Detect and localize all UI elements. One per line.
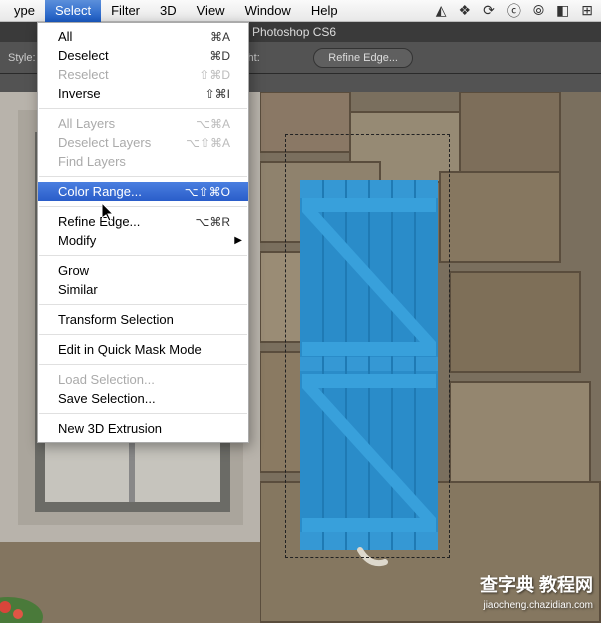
menu-item-grow[interactable]: Grow (38, 261, 248, 280)
menu-label: Refine Edge... (58, 214, 140, 229)
menu-label: Deselect (58, 48, 109, 63)
menubar-item-select[interactable]: Select (45, 0, 101, 22)
refine-edge-button[interactable]: Refine Edge... (313, 48, 413, 68)
menubar-item-window[interactable]: Window (235, 0, 301, 22)
watermark-main: 查字典 教程网 (480, 571, 593, 597)
menu-separator (39, 108, 247, 109)
menu-label: All (58, 29, 72, 44)
menu-label: Transform Selection (58, 312, 174, 327)
menu-item-refine-edge[interactable]: Refine Edge... ⌥⌘R (38, 212, 248, 231)
menu-item-all-layers: All Layers ⌥⌘A (38, 114, 248, 133)
menu-item-color-range[interactable]: Color Range... ⌥⇧⌘O (38, 182, 248, 201)
menu-separator (39, 206, 247, 207)
sync-icon[interactable]: ⟳ (483, 2, 495, 19)
menu-item-similar[interactable]: Similar (38, 280, 248, 299)
menubar-item-help[interactable]: Help (301, 0, 348, 22)
menu-separator (39, 334, 247, 335)
menu-separator (39, 413, 247, 414)
menubar-item-view[interactable]: View (187, 0, 235, 22)
menu-separator (39, 364, 247, 365)
menu-shortcut: ⌥⇧⌘O (185, 185, 230, 199)
menu-label: Edit in Quick Mask Mode (58, 342, 202, 357)
menu-item-save-selection[interactable]: Save Selection... (38, 389, 248, 408)
menu-label: Inverse (58, 86, 101, 101)
menu-item-transform-selection[interactable]: Transform Selection (38, 310, 248, 329)
mac-menubar: ype Select Filter 3D View Window Help ◭ … (0, 0, 601, 22)
app-title: Photoshop CS6 (252, 25, 336, 39)
select-menu-dropdown: All ⌘A Deselect ⌘D Reselect ⇧⌘D Inverse … (37, 22, 249, 443)
drive-icon[interactable]: ◭ (436, 2, 447, 19)
menu-separator (39, 255, 247, 256)
menubar-item-filter[interactable]: Filter (101, 0, 150, 22)
menu-label: Deselect Layers (58, 135, 151, 150)
dropbox-icon[interactable]: ❖ (459, 2, 472, 19)
menubar-item-3d[interactable]: 3D (150, 0, 187, 22)
settings-icon[interactable]: ⊞ (581, 2, 593, 19)
menu-label: New 3D Extrusion (58, 421, 162, 436)
menu-label: Modify (58, 233, 96, 248)
menu-shortcut: ⇧⌘I (205, 87, 230, 101)
menu-label: Similar (58, 282, 98, 297)
menu-label: Reselect (58, 67, 109, 82)
menu-shortcut: ⌘D (209, 49, 230, 63)
menu-item-reselect: Reselect ⇧⌘D (38, 65, 248, 84)
menu-item-deselect-layers: Deselect Layers ⌥⇧⌘A (38, 133, 248, 152)
submenu-arrow-icon: ▶ (234, 235, 242, 246)
menu-shortcut: ⌥⌘A (196, 117, 230, 131)
menu-shortcut: ⇧⌘D (199, 68, 230, 82)
height-label: ht: (248, 52, 260, 64)
menu-separator (39, 304, 247, 305)
menu-label: Color Range... (58, 184, 142, 199)
adobe-icon[interactable]: ◧ (556, 2, 569, 19)
watermark-sub: jiaocheng.chazidian.com (483, 600, 593, 611)
menu-shortcut: ⌘A (210, 30, 230, 44)
menu-label: Grow (58, 263, 89, 278)
menu-item-new-3d-extrusion[interactable]: New 3D Extrusion (38, 419, 248, 438)
style-label: Style: (8, 52, 36, 64)
menu-item-load-selection: Load Selection... (38, 370, 248, 389)
creative-icon[interactable]: ⦾ (533, 2, 544, 19)
menu-shortcut: ⌥⌘R (196, 215, 231, 229)
menu-separator (39, 176, 247, 177)
menu-label: All Layers (58, 116, 115, 131)
menu-item-inverse[interactable]: Inverse ⇧⌘I (38, 84, 248, 103)
menu-label: Find Layers (58, 154, 126, 169)
menu-item-all[interactable]: All ⌘A (38, 27, 248, 46)
menu-item-deselect[interactable]: Deselect ⌘D (38, 46, 248, 65)
menu-item-find-layers: Find Layers (38, 152, 248, 171)
menu-shortcut: ⌥⇧⌘A (186, 136, 230, 150)
menu-label: Save Selection... (58, 391, 156, 406)
cloud-icon[interactable]: ⓒ (507, 1, 521, 21)
menubar-status-icons: ◭ ❖ ⟳ ⓒ ⦾ ◧ ⊞ (436, 1, 601, 21)
menu-label: Load Selection... (58, 372, 155, 387)
menu-item-modify[interactable]: Modify ▶ (38, 231, 248, 250)
menubar-item-type[interactable]: ype (4, 0, 45, 22)
menu-item-edit-quick-mask[interactable]: Edit in Quick Mask Mode (38, 340, 248, 359)
